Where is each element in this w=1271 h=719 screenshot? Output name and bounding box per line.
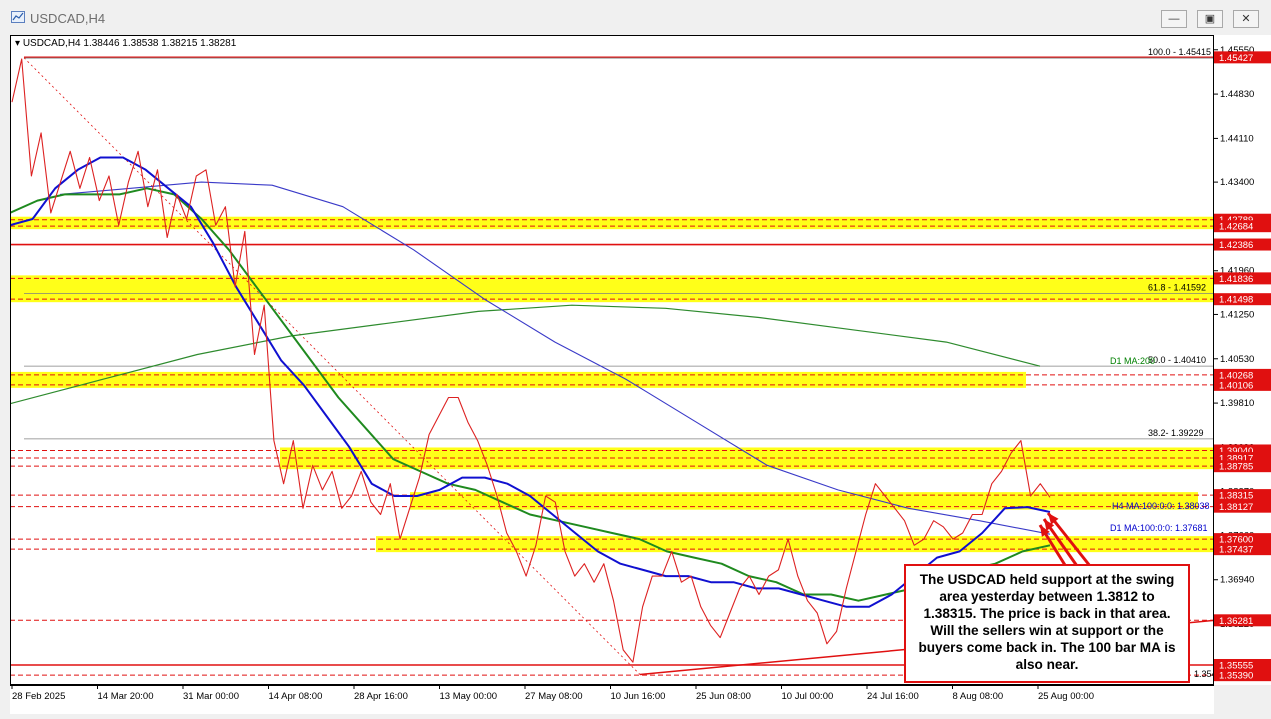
ma-label: D1 MA:200: [1110, 356, 1155, 366]
price-tick-label: 1.40530: [1220, 354, 1254, 365]
price-label: 1.42386: [1219, 240, 1253, 251]
support-zone: [10, 371, 1026, 388]
price-label: 1.45427: [1219, 53, 1253, 64]
price-label: 1.38785: [1219, 462, 1253, 473]
ma-label: D1 MA:100:0:0: 1.37681: [1110, 523, 1208, 533]
time-tick-label: 8 Aug 08:00: [953, 691, 1004, 702]
restore-button[interactable]: ▣: [1197, 10, 1223, 28]
window-title: USDCAD,H4: [30, 11, 106, 26]
fib-label: 100.0 - 1.45415: [1148, 47, 1211, 57]
price-label: 1.42684: [1219, 222, 1253, 233]
time-axis[interactable]: 28 Feb 2025 14 Mar 20:00 31 Mar 00:00 14 Ap…: [10, 685, 1214, 714]
time-tick-label: 13 May 00:00: [440, 691, 498, 702]
ma-label: H4 MA:100:0:0: 1.38038: [1112, 501, 1210, 511]
time-tick-label: 28 Apr 16:00: [354, 691, 408, 702]
fib-label: 38.2- 1.39229: [1148, 428, 1204, 438]
title-bar: USDCAD,H4 — ▣ ✕: [0, 0, 1271, 35]
time-tick-label: 10 Jun 16:00: [611, 691, 666, 702]
chart-window: USDCAD,H4 — ▣ ✕ 100.0 - 1.45415 61.8 - 1.…: [0, 0, 1271, 714]
time-tick-label: 31 Mar 00:00: [183, 691, 239, 702]
price-label: 1.38127: [1219, 502, 1253, 513]
time-tick-label: 28 Feb 2025: [12, 691, 65, 702]
time-tick-label: 14 Mar 20:00: [98, 691, 154, 702]
time-tick-label: 27 May 08:00: [525, 691, 583, 702]
support-zone: [10, 275, 1214, 303]
time-tick-label: 25 Aug 00:00: [1038, 691, 1094, 702]
close-icon: ✕: [1241, 13, 1251, 25]
price-label: 1.41498: [1219, 295, 1253, 306]
time-tick-label: 24 Jul 16:00: [867, 691, 919, 702]
price-label: 1.36281: [1219, 616, 1253, 627]
price-axis-labels: 1.455501.448301.441101.434001.426801.419…: [1214, 45, 1271, 682]
price-label: 1.35390: [1219, 671, 1253, 682]
symbol-info: ▾ USDCAD,H4 1.38446 1.38538 1.38215 1.38…: [15, 38, 236, 49]
support-zone: [376, 536, 1214, 553]
price-axis[interactable]: 1.455501.448301.441101.434001.426801.419…: [1214, 35, 1271, 685]
fib-label: 50.0 - 1.40410: [1148, 355, 1206, 365]
symbol-dropdown-icon[interactable]: ▾: [15, 38, 20, 49]
chart-app-icon: [11, 11, 25, 23]
fib-label: 61.8 - 1.41592: [1148, 282, 1206, 292]
price-tick-label: 1.36940: [1220, 575, 1254, 586]
close-button[interactable]: ✕: [1233, 10, 1259, 28]
time-tick-label: 14 Apr 08:00: [269, 691, 323, 702]
price-tick-label: 1.44830: [1220, 89, 1254, 100]
minimize-button[interactable]: —: [1161, 10, 1187, 28]
price-tick-label: 1.43400: [1220, 177, 1254, 188]
price-line: [11, 58, 1051, 663]
price-label: 1.37437: [1219, 545, 1253, 556]
price-tick-label: 1.39810: [1220, 398, 1254, 409]
price-label: 1.41836: [1219, 274, 1253, 285]
symbol-ohlc: USDCAD,H4 1.38446 1.38538 1.38215 1.3828…: [22, 38, 237, 49]
minimize-icon: —: [1168, 13, 1180, 25]
time-tick-label: 25 Jun 08:00: [696, 691, 751, 702]
price-tick-label: 1.41250: [1220, 309, 1254, 320]
price-tick-label: 1.44110: [1220, 133, 1254, 144]
price-label: 1.38315: [1219, 491, 1253, 502]
time-tick-label: 10 Jul 00:00: [782, 691, 834, 702]
price-label: 1.40106: [1219, 380, 1253, 391]
annotation-box: The USDCAD held support at the swing are…: [904, 564, 1190, 683]
time-axis-labels: 28 Feb 2025 14 Mar 20:00 31 Mar 00:00 14 Ap…: [10, 685, 1214, 702]
price-label-partial: 1.35406: [1194, 669, 1214, 679]
d1-ma200-line: [9, 304, 1041, 405]
support-zone: [10, 216, 1214, 230]
restore-icon: ▣: [1204, 13, 1216, 25]
